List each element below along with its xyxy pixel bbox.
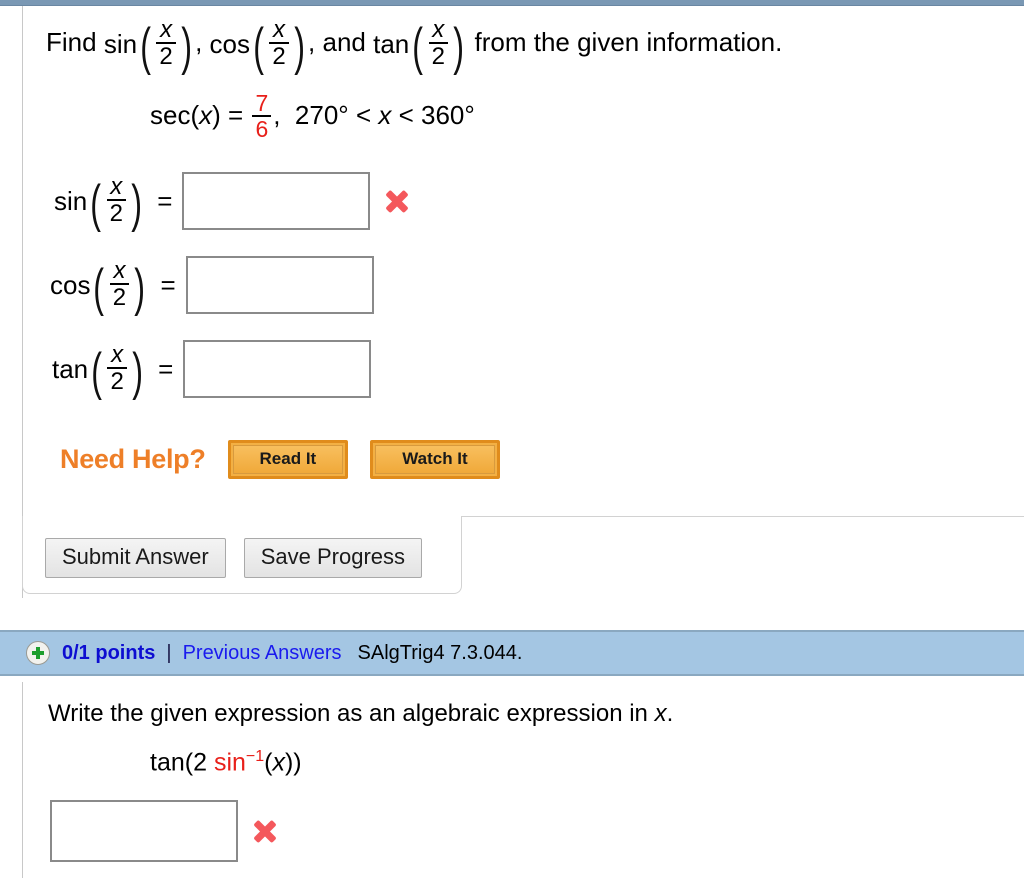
fraction-numerator: x (432, 16, 445, 43)
answer-input-cos[interactable] (185, 256, 374, 314)
need-help-section: Need Help? Read It Watch It (60, 440, 500, 479)
left-margin-guide-lower (22, 682, 23, 878)
fraction-numerator: x (113, 256, 126, 284)
problem2-expression: tan(2 sin−1(x)) (150, 748, 302, 777)
equals-sign: = (158, 353, 174, 384)
read-it-button-label: Read It (232, 445, 344, 474)
top-divider-bar (0, 0, 1024, 6)
given-trailing-comma: , (273, 100, 281, 131)
problem1-sin-half-angle: sin(x 2) (103, 16, 192, 77)
submit-actions: Submit Answer Save Progress (45, 538, 423, 578)
submit-answer-button[interactable]: Submit Answer (45, 538, 226, 578)
fraction-denominator: 2 (112, 284, 127, 311)
read-it-button[interactable]: Read It (227, 440, 349, 479)
half-angle-fraction: x2 (269, 16, 289, 71)
submit-panel-divider (462, 516, 1024, 517)
fraction-denominator: 2 (110, 368, 124, 395)
expression-prefix: tan(2 (150, 748, 214, 777)
given-domain-variable: x (378, 100, 392, 131)
problem2-prompt-variable: x (654, 700, 667, 727)
given-fraction-denominator: 6 (255, 116, 269, 143)
points-value: 0/1 points (62, 641, 156, 664)
expression-close-paren: )) (284, 748, 302, 777)
problem1-prompt-prefix: Find (46, 27, 97, 58)
problem2-prompt: Write the given expression as an algebra… (48, 700, 673, 728)
given-fraction-numerator: 7 (255, 90, 269, 116)
answer-row-cos: cos(x 2) = (50, 256, 374, 314)
problem1-cos-half-angle: cos(x 2) (209, 16, 305, 77)
incorrect-x-icon (252, 818, 278, 844)
problem-id-label: SAlgTrig4 7.3.044. (357, 641, 523, 664)
answer-label-tan: tan(x 2) (52, 340, 143, 401)
given-lt-2: < (398, 100, 414, 131)
answer-input-sin[interactable] (182, 172, 371, 230)
sec-label: sec( (150, 100, 200, 131)
fraction-numerator: x (160, 16, 173, 43)
sec-variable: x (199, 100, 213, 131)
problem2-answer-row (50, 800, 278, 862)
points-status-bar: 0/1 points | Previous Answers SAlgTrig4 … (0, 630, 1024, 676)
given-domain-lower: 270° (294, 100, 349, 131)
problem1-tan-half-angle: tan(x 2) (373, 16, 464, 77)
problem2-prompt-period: . (666, 700, 674, 727)
problem1-and: , and (308, 27, 366, 58)
answer-row-tan: tan(x 2) = (52, 340, 372, 401)
save-progress-button[interactable]: Save Progress (243, 538, 423, 578)
equals-sign: = (157, 185, 173, 216)
sec-close-equals: ) = (212, 100, 244, 131)
tan-label: tan (373, 28, 410, 59)
answer-label-cos: cos(x 2) (50, 256, 146, 317)
fraction-numerator: x (273, 16, 286, 43)
half-angle-fraction: x2 (109, 256, 130, 311)
given-lt-1: < (355, 100, 372, 131)
answer-input-tan[interactable] (183, 340, 372, 398)
inverse-exponent: −1 (245, 748, 265, 765)
half-angle-fraction: x2 (156, 16, 176, 71)
half-angle-fraction: x2 (106, 172, 126, 227)
problem2-prompt-text: Write the given expression as an algebra… (48, 700, 648, 727)
equals-sign: = (160, 269, 176, 300)
watch-it-button-label: Watch It (375, 445, 495, 474)
fraction-denominator: 2 (431, 43, 445, 71)
given-domain-upper: 360° (421, 100, 475, 131)
plus-circle-icon[interactable] (26, 641, 50, 665)
inverse-sin-label: sin (213, 748, 246, 777)
need-help-label: Need Help? (60, 444, 206, 474)
problem1-given-equation: sec(x) = 76, 270° < x < 360° (150, 90, 475, 143)
sin-label: sin (54, 185, 88, 216)
problem1-prompt: Find sin(x 2) , cos(x 2) , and tan(x 2) fro… (46, 16, 783, 77)
tan-label: tan (52, 353, 89, 384)
fraction-denominator: 2 (109, 200, 123, 227)
problem2-answer-input[interactable] (50, 800, 238, 862)
sin-label: sin (103, 28, 138, 59)
problem1-comma-1: , (195, 27, 203, 58)
given-fraction: 76 (252, 90, 272, 143)
fraction-denominator: 2 (159, 43, 173, 71)
half-angle-fraction: x2 (107, 340, 127, 395)
left-margin-guide-upper (22, 6, 23, 598)
answer-row-sin: sin(x 2) = (54, 172, 410, 230)
fraction-numerator: x (111, 340, 124, 368)
watch-it-button[interactable]: Watch It (370, 440, 500, 479)
answer-label-sin: sin(x 2) (54, 172, 142, 233)
half-angle-fraction: x2 (428, 16, 448, 71)
expression-variable: x (272, 748, 285, 777)
cos-label: cos (50, 269, 91, 300)
cos-label: cos (209, 28, 251, 59)
previous-answers-link[interactable]: Previous Answers (183, 642, 342, 665)
problem1-prompt-suffix: from the given information. (474, 27, 783, 58)
points-separator: | (166, 641, 172, 664)
fraction-numerator: x (110, 172, 123, 200)
fraction-denominator: 2 (272, 43, 286, 71)
incorrect-x-icon (384, 188, 410, 214)
